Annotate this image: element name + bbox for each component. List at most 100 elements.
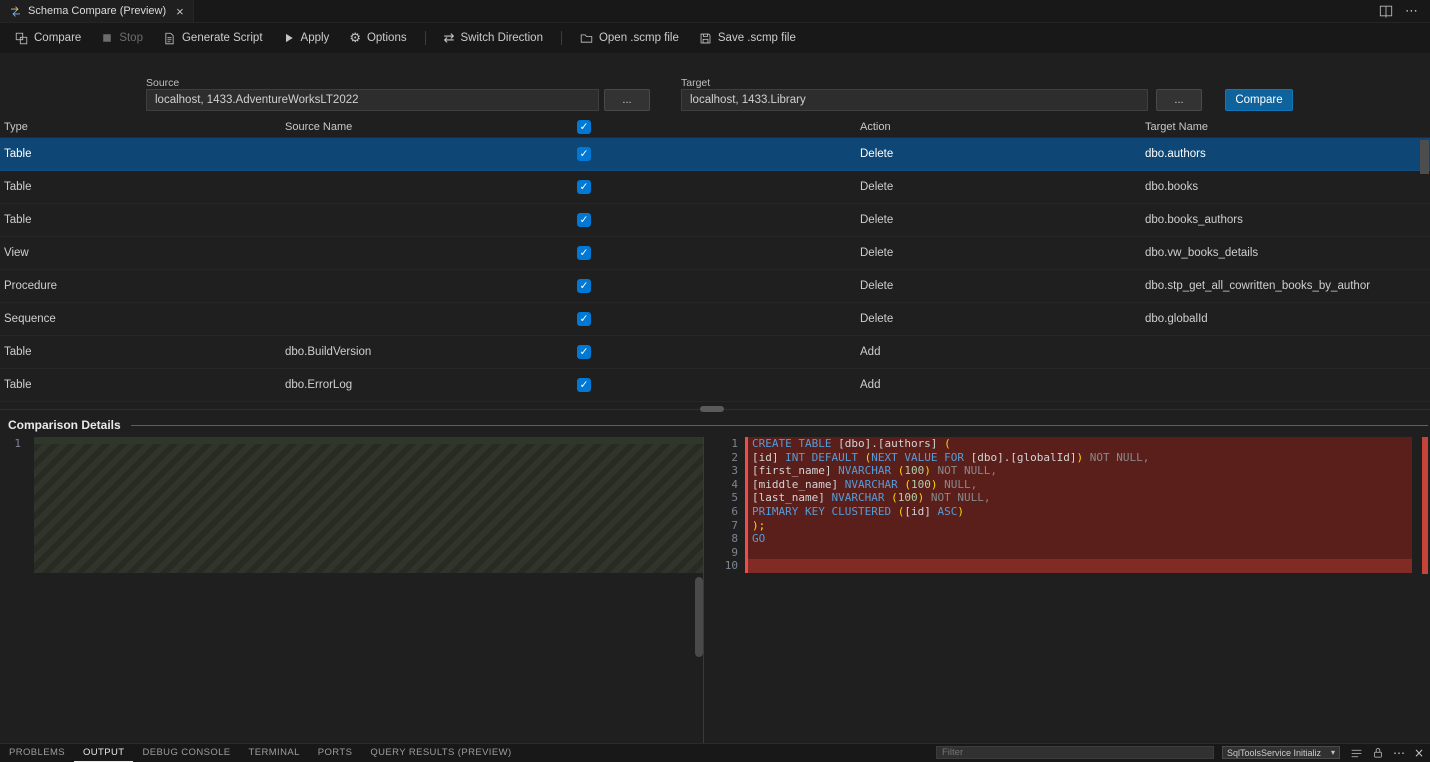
table-row[interactable]: Sequence ✓ Delete dbo.globalId [0,303,1430,336]
table-row[interactable]: Table ✓ Delete dbo.authors [0,138,1430,171]
row-checkbox[interactable]: ✓ [577,246,591,260]
line-content [745,546,1412,560]
line-number: 6 [710,505,745,519]
cell-source-name: dbo.ErrorLog [281,379,570,391]
cell-target-name: dbo.stp_get_all_cowritten_books_by_autho… [1145,280,1430,292]
panel-tab-debug-console[interactable]: DEBUG CONSOLE [133,744,239,762]
cell-source-name: dbo.BuildVersion [281,346,570,358]
panel-tab-terminal[interactable]: TERMINAL [240,744,309,762]
cell-type: Table [0,346,281,358]
panel-actions: ⋯× [1350,744,1424,762]
cell-type: Table [0,181,281,193]
table-row[interactable]: Table ✓ Delete dbo.books_authors [0,204,1430,237]
header-checkbox[interactable]: ✓ [577,120,591,134]
panel-tab-ports[interactable]: PORTS [309,744,362,762]
row-checkbox[interactable]: ✓ [577,312,591,326]
cell-type: Procedure [0,280,281,292]
play-icon [283,32,295,44]
cell-include: ✓ [570,345,598,359]
row-checkbox[interactable]: ✓ [577,213,591,227]
comparison-details-title: Comparison Details [8,418,121,432]
row-checkbox[interactable]: ✓ [577,180,591,194]
diff-code-line: 9 [710,546,1430,560]
compare-run-button[interactable]: Compare [1225,89,1293,111]
cell-include: ✓ [570,246,598,260]
target-browse-button[interactable]: ... [1156,89,1202,111]
toolbar-button-options[interactable]: ⚙ Options [340,28,415,49]
line-number: 3 [710,464,745,478]
panel-tab-output[interactable]: OUTPUT [74,744,133,762]
line-content: [last_name] NVARCHAR (100) NOT NULL, [745,491,1412,505]
diff-code-line: 4 [middle_name] NVARCHAR (100) NULL, [710,478,1430,492]
target-input[interactable] [681,89,1148,111]
row-checkbox[interactable]: ✓ [577,279,591,293]
cell-action: Delete [860,181,1145,193]
header-target-name[interactable]: Target Name [1145,121,1430,133]
toolbar-button-compare[interactable]: Compare [6,28,90,49]
cell-action: Delete [860,280,1145,292]
overview-ruler[interactable] [1422,437,1428,574]
output-channel-select[interactable]: SqlToolsService Initializ ▾ [1222,746,1340,759]
details-divider [131,425,1428,426]
diff-source-pane[interactable]: 1 [0,437,704,744]
header-source-name[interactable]: Source Name [281,121,570,133]
table-row[interactable]: Table dbo.BuildVersion ✓ Add [0,336,1430,369]
cell-target-name: dbo.books [1145,181,1430,193]
diff-left-scrollbar[interactable] [695,577,703,657]
table-row[interactable]: View ✓ Delete dbo.vw_books_details [0,237,1430,270]
toolbar-button-switch-direction[interactable]: ⇄ Switch Direction [435,28,552,49]
grid-scrollbar[interactable] [1420,140,1429,174]
cell-action: Add [860,346,1145,358]
chevron-down-icon: ▾ [1331,748,1335,757]
toolbar-button-stop: Stop [92,28,152,48]
toolbar-button-open-scmp-file[interactable]: Open .scmp file [571,28,688,49]
output-view-icon[interactable] [1350,747,1363,760]
cell-type: Table [0,214,281,226]
header-action[interactable]: Action [860,121,1145,133]
line-content: PRIMARY KEY CLUSTERED ([id] ASC) [745,505,1412,519]
sash-handle[interactable] [700,406,724,412]
more-icon[interactable]: ⋯ [1393,747,1405,759]
panel-tab-query-results-preview[interactable]: QUERY RESULTS (PREVIEW) [361,744,520,762]
panel-tabs: PROBLEMSOUTPUTDEBUG CONSOLETERMINALPORTS… [0,744,521,762]
tab-schema-compare[interactable]: Schema Compare (Preview) × [0,0,194,22]
diff-code-line: 2 [id] INT DEFAULT (NEXT VALUE FOR [dbo]… [710,451,1430,465]
row-checkbox[interactable]: ✓ [577,378,591,392]
output-channel-label: SqlToolsService Initializ [1227,748,1321,758]
line-content: [first_name] NVARCHAR (100) NOT NULL, [745,464,1412,478]
row-checkbox[interactable]: ✓ [577,147,591,161]
grid-rows: Table ✓ Delete dbo.authors Table ✓ Delet… [0,138,1430,409]
stop-icon [101,32,113,44]
tab-close-icon[interactable]: × [176,5,184,18]
table-row[interactable]: Procedure ✓ Delete dbo.stp_get_all_cowri… [0,270,1430,303]
diff-target-pane[interactable]: 1 CREATE TABLE [dbo].[authors] ( 2 [id] … [710,437,1430,744]
cell-include: ✓ [570,213,598,227]
line-number: 2 [710,451,745,465]
row-checkbox[interactable]: ✓ [577,345,591,359]
cell-type: Sequence [0,313,281,325]
save-file-icon [699,32,712,45]
source-input[interactable] [146,89,599,111]
toolbar-button-apply[interactable]: Apply [274,28,339,48]
line-number: 8 [710,532,745,546]
comparison-details-header: Comparison Details [0,414,1430,436]
diff-code-line: 10 [710,559,1430,573]
comparison-grid: Type Source Name ✓ Action Target Name Ta… [0,117,1430,409]
toolbar-button-generate-script[interactable]: Generate Script [154,28,272,49]
split-editor-icon[interactable] [1379,4,1393,18]
output-filter-input[interactable] [936,746,1214,759]
diff-code-line: 6 PRIMARY KEY CLUSTERED ([id] ASC) [710,505,1430,519]
header-type[interactable]: Type [0,121,281,133]
gear-icon: ⚙ [349,32,361,45]
table-row[interactable]: Table dbo.ErrorLog ✓ Add [0,369,1430,402]
table-row[interactable]: Table ✓ Delete dbo.books [0,171,1430,204]
lock-icon[interactable] [1372,747,1384,759]
panel-tab-problems[interactable]: PROBLEMS [0,744,74,762]
line-number: 4 [710,478,745,492]
cell-target-name: dbo.authors [1145,148,1430,160]
toolbar-button-save-scmp-file[interactable]: Save .scmp file [690,28,805,49]
more-icon[interactable]: ⋯ [1405,3,1418,19]
source-browse-button[interactable]: ... [604,89,650,111]
close-icon[interactable]: × [1414,747,1424,759]
open-file-icon [580,32,593,45]
